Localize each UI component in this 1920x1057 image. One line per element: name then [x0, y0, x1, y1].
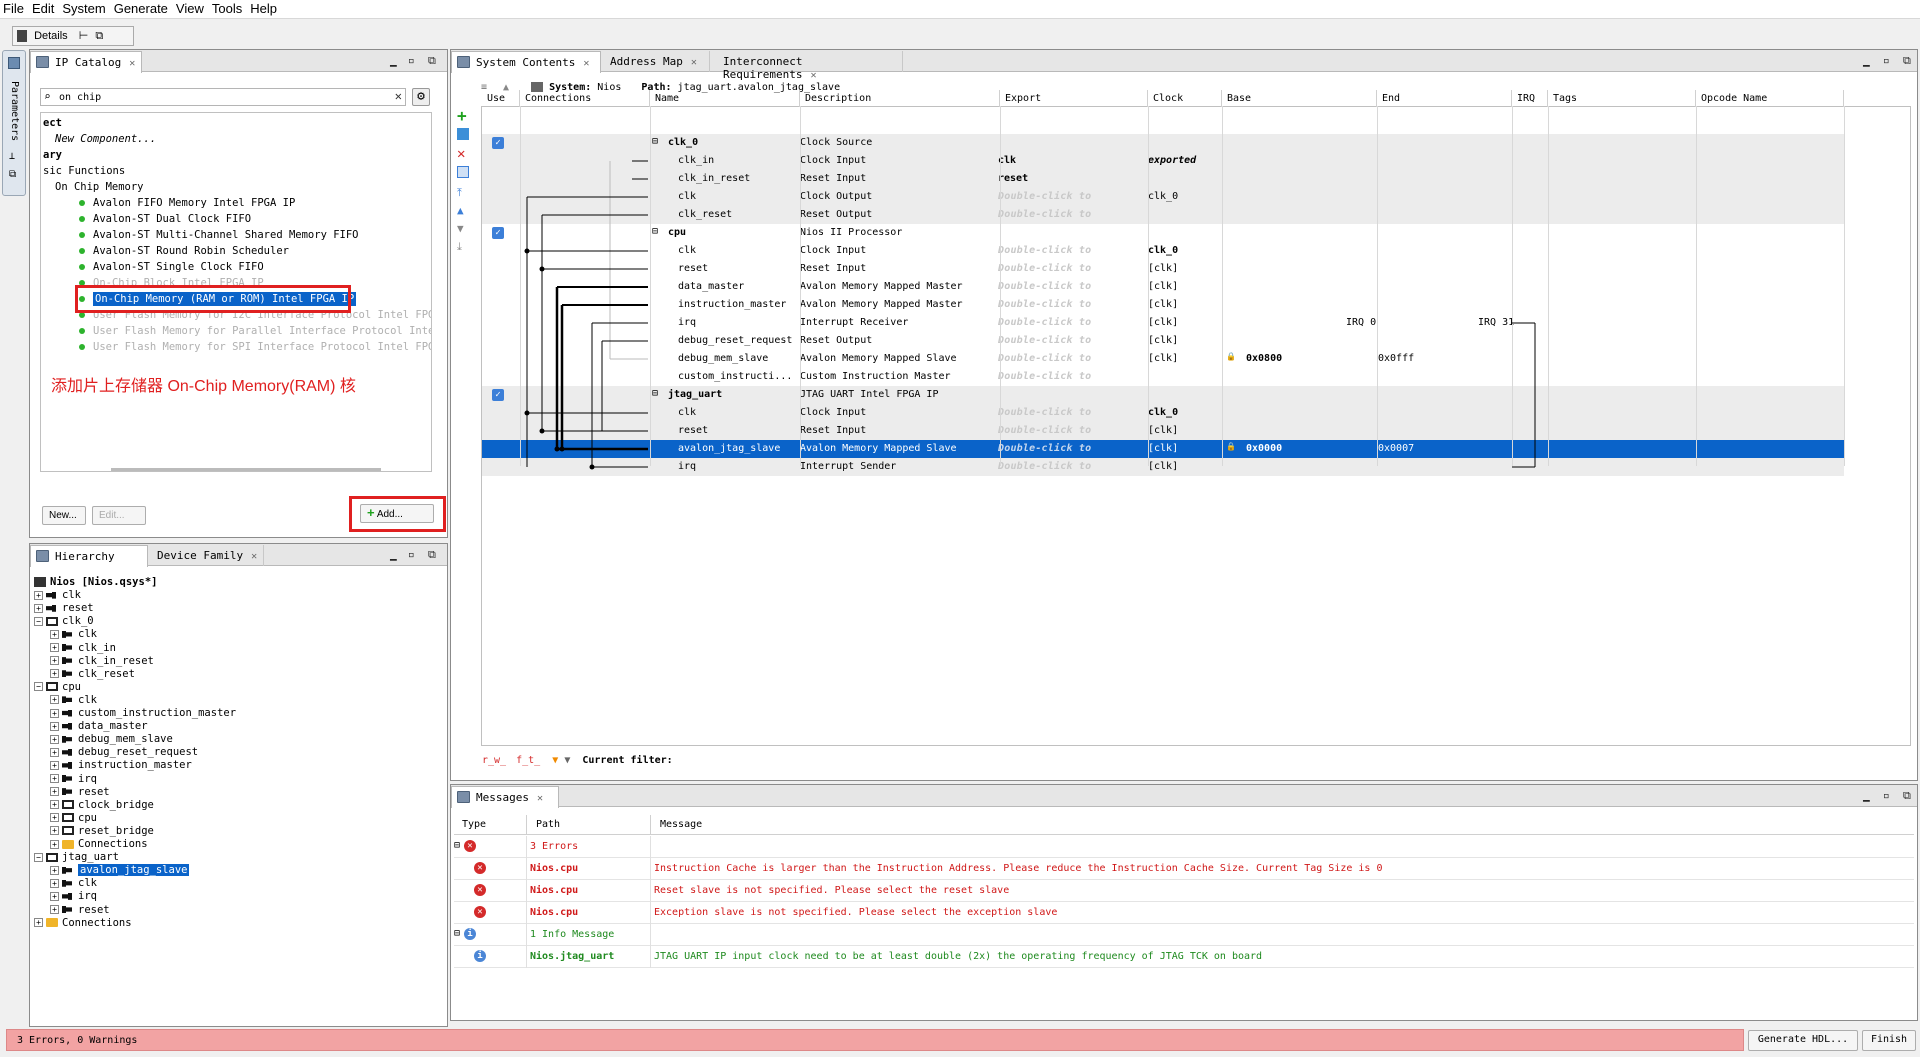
maximize-icon[interactable]: ▫ [1883, 789, 1890, 802]
message-row[interactable]: ⊟ i 1 Info Message [454, 924, 1914, 946]
tab-messages-label: Messages [476, 791, 529, 804]
error-icon: ✕ [474, 906, 486, 918]
connection-dot[interactable] [539, 266, 545, 272]
message-path: Nios.jtag_uart [530, 951, 615, 962]
message-row[interactable]: ⊟ ✕ 3 Errors [454, 836, 1914, 858]
status-text: 3 Errors, 0 Warnings [17, 1035, 138, 1046]
message-path: 3 Errors [530, 841, 579, 852]
message-path: 1 Info Message [530, 929, 615, 940]
close-icon[interactable]: ✕ [537, 793, 543, 804]
message-text: Reset slave is not specified. Please sel… [654, 885, 1010, 896]
col-path: Path [536, 819, 561, 830]
show-filters-icon[interactable]: f̲t̲ [516, 755, 540, 766]
filter-bar: r̲w̲ f̲t̲ ▼ ▼ Current filter: [482, 755, 673, 771]
error-icon: ✕ [464, 840, 476, 852]
message-path: Nios.cpu [530, 907, 579, 918]
collapse-icon[interactable]: ⊟ [454, 928, 460, 939]
message-path: Nios.cpu [530, 863, 579, 874]
current-filter-label: Current filter: [582, 755, 673, 766]
info-icon: i [474, 950, 486, 962]
error-icon: ✕ [474, 862, 486, 874]
collapse-icon[interactable]: ⊟ [454, 840, 460, 851]
restore-icon[interactable]: ⧉ [1903, 789, 1911, 803]
message-text: Instruction Cache is larger than the Ins… [654, 863, 1383, 874]
minimize-icon[interactable]: ▁ [1863, 789, 1870, 802]
connection-dot[interactable] [554, 446, 560, 452]
messages-icon [457, 791, 470, 803]
message-path: Nios.cpu [530, 885, 579, 896]
messages-tabbar: Messages ✕ ▁ ▫ ⧉ [451, 785, 1917, 808]
messages-table-header: Type Path Message [454, 815, 1914, 835]
filter-icon[interactable]: ▼ [552, 755, 558, 766]
connection-dot[interactable] [589, 464, 595, 470]
show-signals-icon[interactable]: r̲w̲ [482, 755, 506, 766]
tab-messages[interactable]: Messages ✕ [451, 786, 559, 808]
connection-dot[interactable] [524, 410, 530, 416]
filter-clear-icon[interactable]: ▼ [564, 755, 570, 766]
message-row[interactable]: i Nios.jtag_uart JTAG UART IP input clock … [454, 946, 1914, 968]
connection-dot[interactable] [524, 248, 530, 254]
status-bar: 3 Errors, 0 Warnings [6, 1029, 1744, 1051]
generate-hdl-button[interactable]: Generate HDL... [1748, 1030, 1858, 1051]
error-icon: ✕ [474, 884, 486, 896]
col-message: Message [660, 819, 703, 830]
message-row[interactable]: ✕ Nios.cpu Exception slave is not specifie… [454, 902, 1914, 924]
message-row[interactable]: ✕ Nios.cpu Reset slave is not specified. P… [454, 880, 1914, 902]
col-type: Type [462, 819, 487, 830]
connection-dot[interactable] [559, 446, 565, 452]
message-text: Exception slave is not specified. Please… [654, 907, 1058, 918]
connection-dot[interactable] [539, 428, 545, 434]
finish-button[interactable]: Finish [1862, 1030, 1916, 1051]
message-row[interactable]: ✕ Nios.cpu Instruction Cache is larger tha… [454, 858, 1914, 880]
message-text: JTAG UART IP input clock need to be at l… [654, 951, 1263, 962]
info-icon: i [464, 928, 476, 940]
